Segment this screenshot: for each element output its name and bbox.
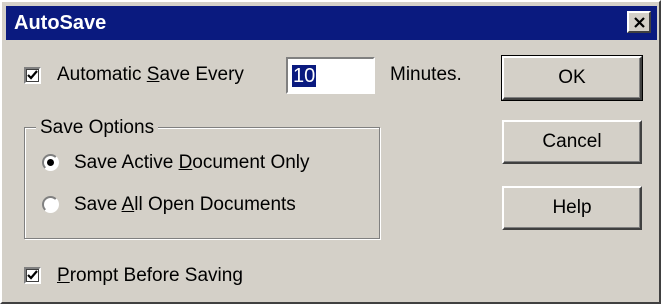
checkmark-icon: [27, 70, 38, 80]
autosave-checkbox[interactable]: [24, 67, 41, 84]
dialog-title: AutoSave: [14, 12, 107, 34]
option-all-documents-label[interactable]: Save All Open Documents: [74, 193, 296, 217]
minutes-value: 10: [292, 65, 317, 87]
save-options-group: [24, 127, 380, 239]
prompt-checkbox[interactable]: [24, 267, 41, 284]
close-icon: [634, 17, 645, 28]
radio-all-documents[interactable]: [42, 196, 59, 213]
help-button[interactable]: Help: [502, 186, 642, 230]
prompt-label[interactable]: Prompt Before Saving: [57, 264, 243, 288]
ok-button[interactable]: OK: [501, 55, 643, 101]
autosave-dialog: AutoSave Automatic Save Every 10 Minutes…: [0, 0, 661, 304]
minutes-label: Minutes.: [390, 64, 462, 85]
checkmark-icon: [27, 270, 38, 280]
cancel-button[interactable]: Cancel: [502, 120, 642, 164]
close-button[interactable]: [627, 11, 651, 33]
title-bar[interactable]: AutoSave: [6, 6, 657, 40]
save-options-legend: Save Options: [36, 117, 159, 139]
radio-selected-dot: [47, 159, 54, 166]
autosave-label[interactable]: Automatic Save Every: [57, 63, 244, 87]
option-active-document-label[interactable]: Save Active Document Only: [74, 151, 310, 175]
radio-active-document[interactable]: [42, 154, 59, 171]
minutes-input[interactable]: 10: [286, 57, 375, 94]
